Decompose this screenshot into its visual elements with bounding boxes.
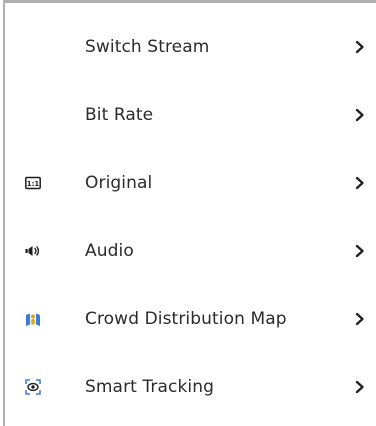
menu-list: Switch Stream Bit Rate 1:1 Original Audi… <box>5 3 376 411</box>
menu-item-bit-rate[interactable]: Bit Rate <box>5 81 376 149</box>
chevron-right-icon <box>354 176 366 190</box>
menu-item-label: Original <box>85 173 153 193</box>
chevron-right-icon <box>354 40 366 54</box>
menu-item-crowd-distribution-map[interactable]: Crowd Distribution Map <box>5 285 376 353</box>
menu-item-switch-stream[interactable]: Switch Stream <box>5 13 376 81</box>
menu-item-label: Audio <box>85 241 134 261</box>
speaker-icon <box>25 243 41 259</box>
chevron-right-icon <box>354 108 366 122</box>
chevron-right-icon <box>354 312 366 326</box>
chevron-right-icon <box>354 244 366 258</box>
menu-item-label: Crowd Distribution Map <box>85 309 287 329</box>
crowd-map-icon <box>25 311 41 327</box>
menu-item-label: Switch Stream <box>85 37 210 57</box>
chevron-right-icon <box>354 380 366 394</box>
context-menu: Switch Stream Bit Rate 1:1 Original Audi… <box>3 0 376 426</box>
original-ratio-icon: 1:1 <box>25 175 41 191</box>
smart-tracking-icon <box>25 379 41 395</box>
svg-text:1:1: 1:1 <box>27 180 40 188</box>
menu-item-label: Bit Rate <box>85 105 154 125</box>
menu-item-original[interactable]: 1:1 Original <box>5 149 376 217</box>
menu-item-audio[interactable]: Audio <box>5 217 376 285</box>
menu-item-smart-tracking[interactable]: Smart Tracking <box>5 353 376 421</box>
menu-item-label: Smart Tracking <box>85 377 214 397</box>
